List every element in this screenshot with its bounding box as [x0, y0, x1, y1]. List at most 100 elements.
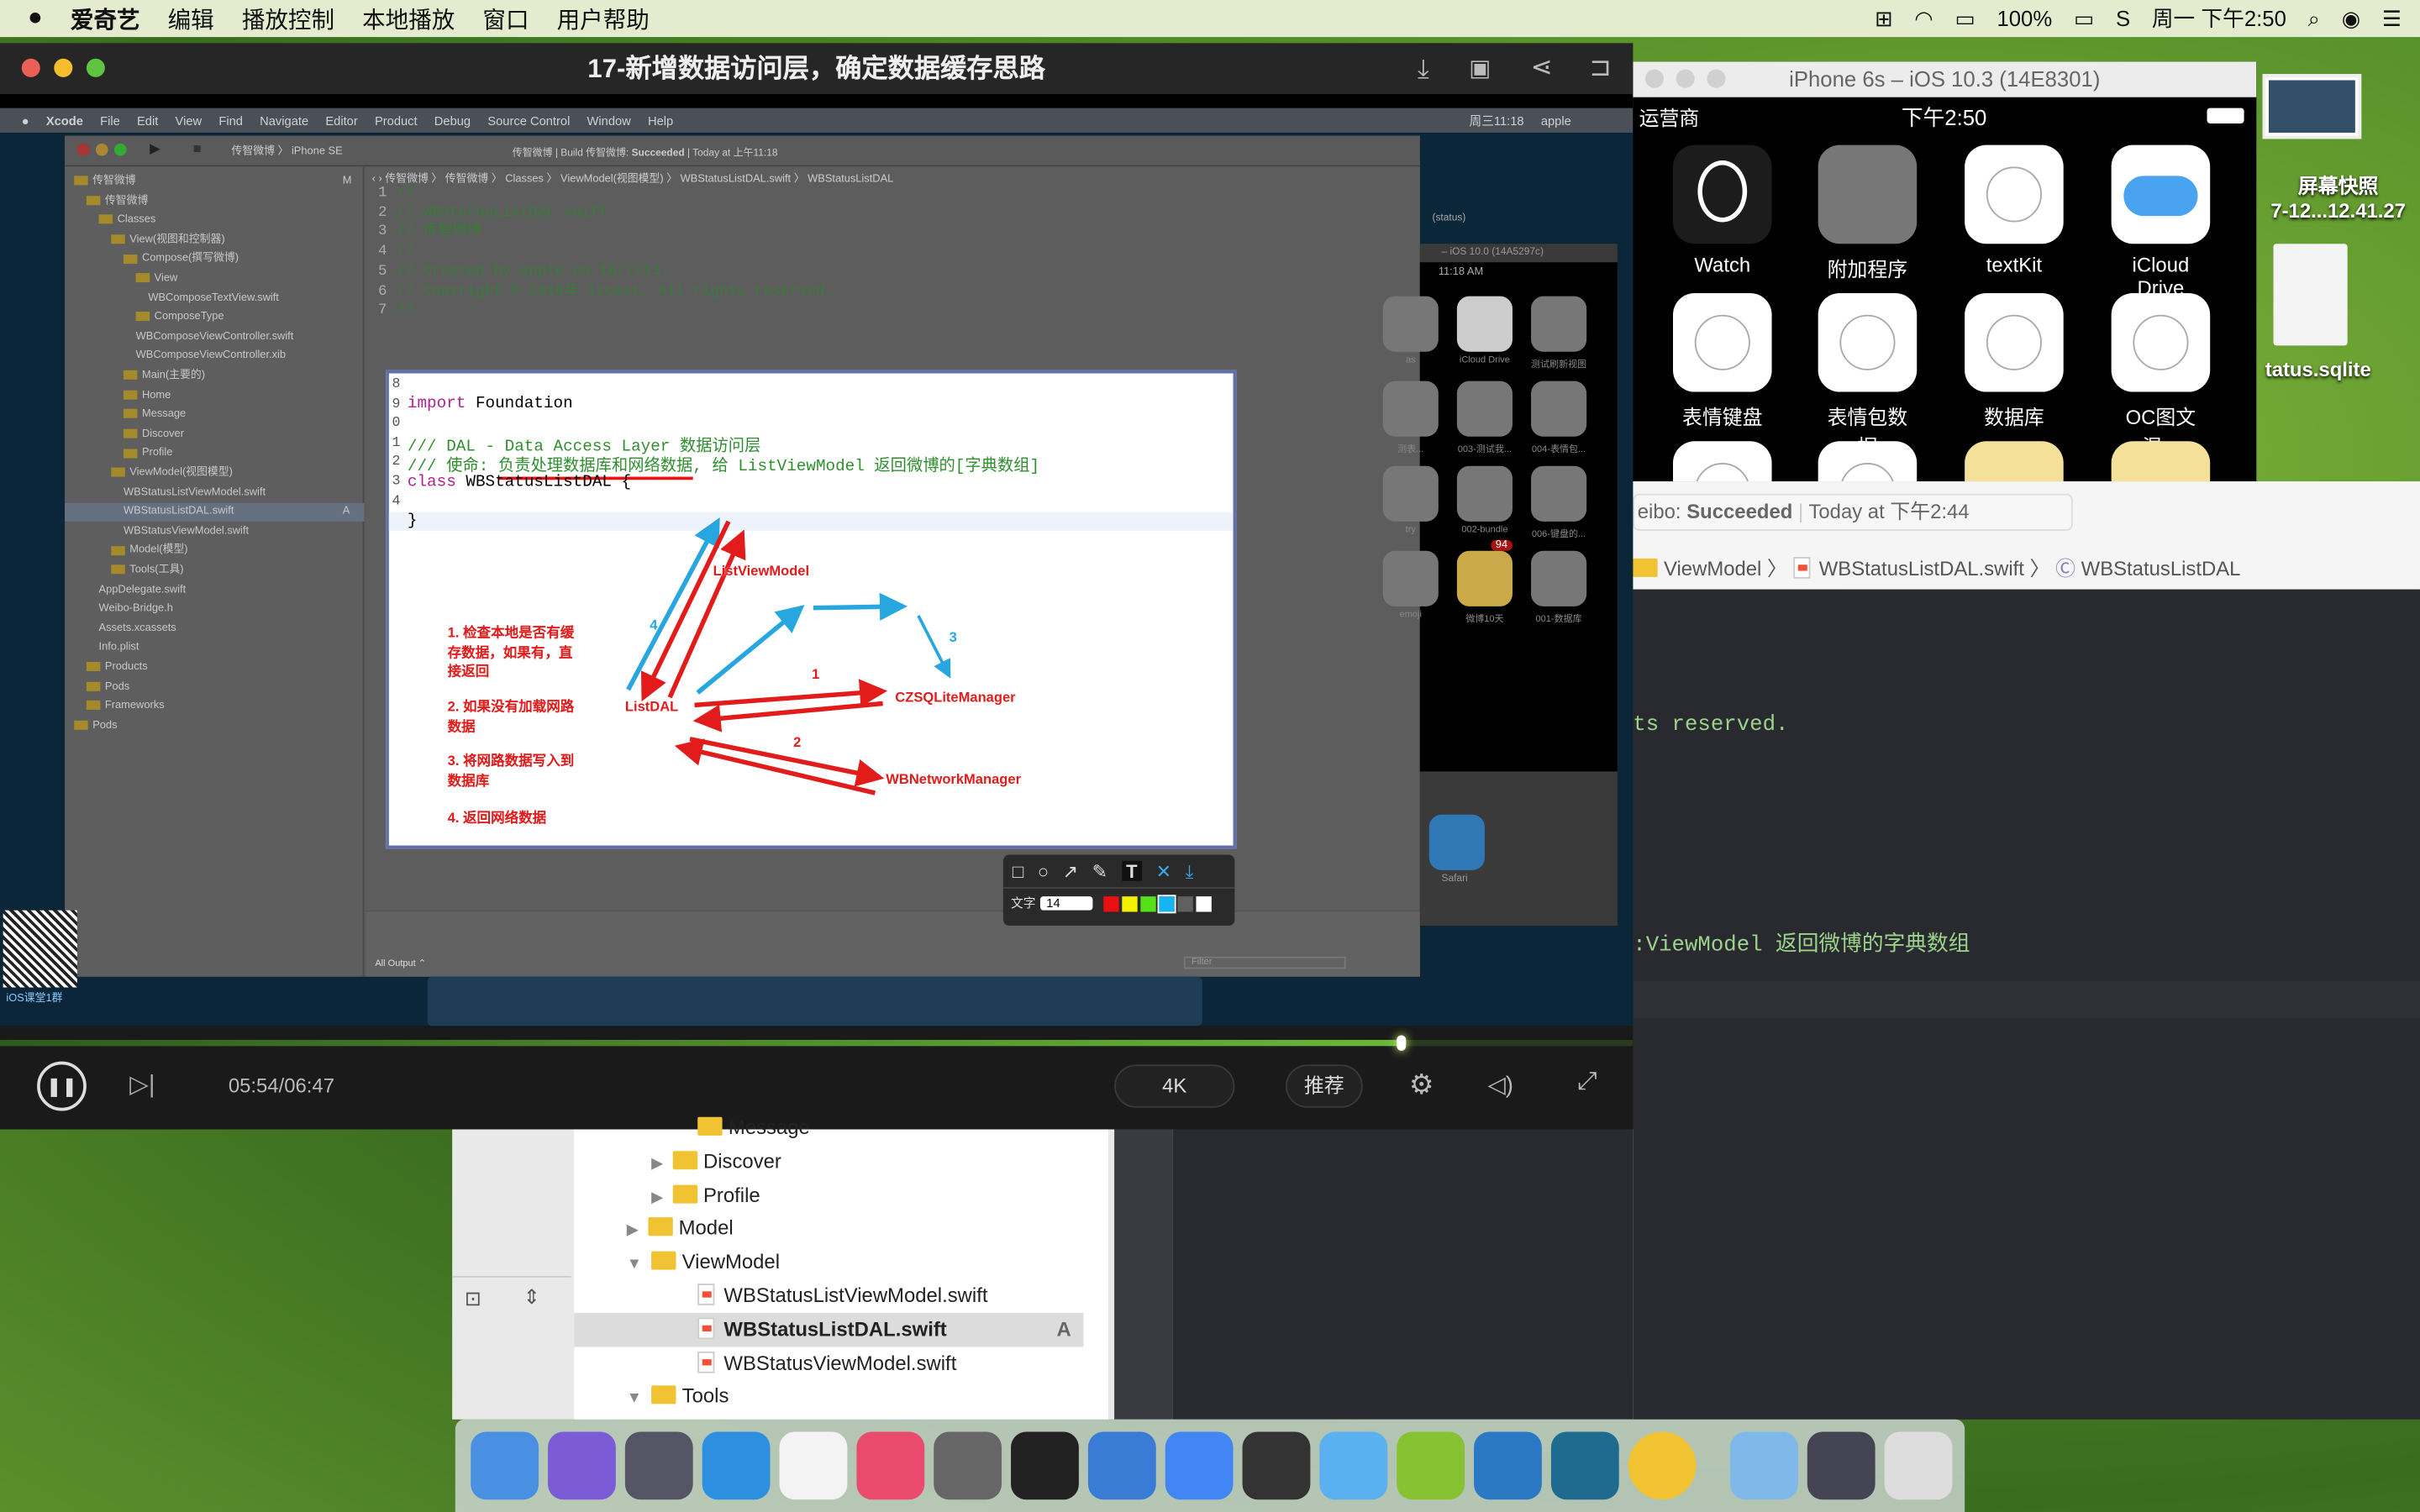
battery-percent[interactable]: 100% — [1996, 6, 2052, 30]
arrow-tool-icon[interactable]: ↗ — [1063, 861, 1078, 883]
siri-icon[interactable]: ◉ — [2342, 5, 2360, 31]
settings-gear-icon[interactable]: ⚙ — [1409, 1069, 1434, 1102]
close-button[interactable] — [21, 58, 40, 77]
app-emoji-data[interactable]: 表情包数据 — [1818, 292, 1918, 459]
terminal-icon[interactable] — [1011, 1431, 1079, 1500]
xcode-icon[interactable] — [1087, 1431, 1156, 1500]
screenshot-thumbnail[interactable] — [2262, 74, 2362, 139]
pause-button[interactable]: ❚❚ — [37, 1061, 87, 1111]
file-list-item[interactable]: Message — [574, 1110, 1083, 1144]
progress-handle[interactable] — [1396, 1035, 1406, 1051]
volume-icon[interactable]: ◁) — [1488, 1071, 1513, 1099]
downloads-folder-icon[interactable] — [1729, 1431, 1798, 1500]
close-icon[interactable]: ✕ — [1156, 861, 1171, 883]
finder-icon[interactable] — [471, 1431, 539, 1500]
breadcrumb-item[interactable]: WBStatusListDAL.swift — [1819, 557, 2024, 580]
file-list-item[interactable]: ▼ Tools — [574, 1380, 1083, 1414]
close-button[interactable] — [1644, 69, 1664, 88]
maps-icon[interactable] — [1319, 1431, 1388, 1500]
rectangle-tool-icon[interactable]: □ — [1013, 861, 1023, 883]
breadcrumb-item[interactable]: WBStatusListDAL — [2081, 557, 2241, 580]
minimize-button[interactable] — [54, 58, 73, 77]
zoom-button[interactable] — [86, 58, 105, 77]
zoom-button[interactable] — [1707, 69, 1726, 88]
iqiyi-icon[interactable] — [1397, 1431, 1465, 1500]
quality-button[interactable]: 4K — [1114, 1064, 1235, 1108]
color-swatch[interactable] — [1122, 895, 1138, 911]
chrome-icon[interactable] — [1165, 1431, 1234, 1500]
file-list-item[interactable]: ▶ Model — [574, 1212, 1083, 1246]
simulator-icon[interactable] — [1474, 1431, 1542, 1500]
app-emoji-keyboard[interactable]: 表情键盘 — [1673, 292, 1772, 430]
app-extras[interactable]: 附加程序 — [1818, 144, 1918, 282]
app-weibo-1[interactable] — [1965, 441, 2064, 482]
color-swatch[interactable] — [1157, 894, 1176, 913]
search-icon[interactable]: ⌕ — [2308, 5, 2320, 31]
file-list-item[interactable]: ▼ ViewModel — [574, 1246, 1083, 1279]
brush-tool-icon[interactable]: ✎ — [1092, 861, 1107, 883]
file-list-item[interactable]: WBStatusViewModel.swift — [574, 1347, 1083, 1380]
minimize-button[interactable] — [1676, 69, 1695, 88]
fullscreen-icon[interactable]: ⤢ — [1577, 1069, 1597, 1097]
menu-help[interactable]: 用户帮助 — [557, 3, 650, 35]
text-tool-icon[interactable]: T — [1121, 860, 1143, 883]
screenshots-stack-icon[interactable] — [1807, 1431, 1876, 1500]
input-method-icon[interactable]: ⊞ — [1875, 5, 1893, 31]
app-database[interactable]: 数据库 — [1965, 292, 2064, 430]
app-oc-richtext[interactable]: OC图文混... — [2111, 292, 2211, 459]
app-textkit[interactable]: textKit — [1965, 144, 2064, 276]
trash-icon[interactable] — [1884, 1431, 1953, 1500]
disclosure-collapsed-icon[interactable]: ▶ — [651, 1155, 663, 1172]
airplay-icon[interactable]: ▭ — [1954, 5, 1975, 31]
desktop-file-sqlite[interactable]: tatus.sqlite — [2256, 358, 2380, 381]
itunes-icon[interactable] — [856, 1431, 925, 1500]
app-weibo-2[interactable] — [2111, 441, 2211, 482]
menu-local-play[interactable]: 本地播放 — [362, 3, 455, 35]
file-list-item[interactable]: ▶ Discover — [574, 1144, 1083, 1178]
document-icon[interactable] — [2273, 244, 2348, 346]
color-swatch[interactable] — [1196, 895, 1212, 911]
safari-icon[interactable] — [702, 1431, 771, 1500]
sourcetree-icon[interactable] — [1550, 1431, 1619, 1500]
menu-edit[interactable]: 编辑 — [168, 3, 214, 35]
next-button[interactable]: ▷| — [129, 1069, 155, 1100]
app-row3-2[interactable] — [1818, 441, 1918, 482]
disclosure-collapsed-icon[interactable]: ▶ — [627, 1222, 639, 1239]
font-size-stepper[interactable]: 14 — [1039, 896, 1093, 911]
tv-cast-icon[interactable]: ▣ — [1469, 54, 1491, 81]
ellipse-tool-icon[interactable]: ○ — [1038, 861, 1049, 883]
disclosure-collapsed-icon[interactable]: ▶ — [651, 1189, 663, 1205]
library-icon[interactable]: ⊡ — [465, 1287, 481, 1311]
menu-playback[interactable]: 播放控制 — [242, 3, 334, 35]
recommend-button[interactable]: 推荐 — [1285, 1064, 1363, 1108]
video-frame[interactable]: ● Xcode File Edit View Find Navigate Edi… — [0, 108, 1634, 1026]
color-swatch[interactable] — [1140, 895, 1156, 911]
desktop-file-screenshot[interactable]: 屏幕快照 7-12...12.41.27 — [2256, 170, 2420, 223]
code-editor-right[interactable]: ts reserved. :ViewModel 返回微博的字典数组 — [1633, 589, 2420, 1420]
app-icloud-drive[interactable]: iCloud Drive — [2111, 144, 2211, 299]
disclosure-expanded-icon[interactable]: ▼ — [627, 1391, 642, 1408]
wifi-icon[interactable]: ◠ — [1914, 5, 1933, 31]
photos-icon[interactable] — [779, 1431, 848, 1500]
clock[interactable]: 周一 下午2:50 — [2152, 3, 2286, 34]
file-list-item[interactable]: WBStatusListDAL.swift A — [574, 1312, 1084, 1347]
disclosure-expanded-icon[interactable]: ▼ — [627, 1256, 642, 1273]
apple-logo-icon[interactable]: ● — [28, 5, 43, 33]
download-icon[interactable]: ⤓ — [1418, 54, 1429, 85]
breadcrumb-item[interactable]: ViewModel — [1664, 557, 1761, 580]
sort-icon[interactable]: ⇕ — [523, 1285, 540, 1310]
share-icon[interactable]: ⋖ — [1531, 52, 1553, 83]
menu-iqiyi[interactable]: 爱奇艺 — [71, 3, 140, 35]
file-list-item[interactable]: WBStatusListViewModel.swift — [574, 1279, 1083, 1313]
app-watch[interactable]: Watch — [1673, 144, 1772, 276]
notification-center-icon[interactable]: ☰ — [2382, 5, 2402, 31]
file-list-item[interactable]: ▶ Profile — [574, 1179, 1083, 1212]
s-app-icon[interactable]: S — [2116, 6, 2130, 30]
system-preferences-icon[interactable] — [934, 1431, 1002, 1500]
color-swatch[interactable] — [1177, 895, 1193, 911]
app-row3-1[interactable] — [1673, 441, 1772, 482]
color-swatch[interactable] — [1103, 895, 1119, 911]
siri-icon[interactable] — [548, 1431, 616, 1500]
save-icon[interactable]: ⤓ — [1186, 861, 1194, 883]
notes-app-icon[interactable] — [1628, 1431, 1697, 1500]
